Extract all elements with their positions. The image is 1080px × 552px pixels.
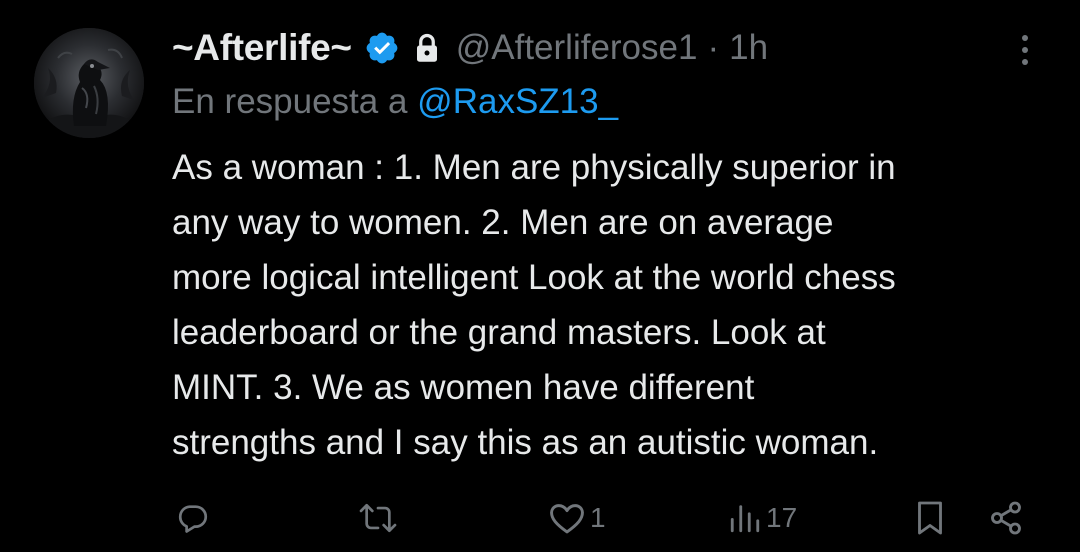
repost-icon	[359, 503, 397, 533]
share-button[interactable]	[988, 492, 1024, 544]
bookmark-button[interactable]	[914, 492, 946, 544]
lock-icon	[416, 33, 437, 62]
display-name[interactable]: ~Afterlife~	[172, 27, 352, 69]
separator-dot: ·	[707, 28, 720, 67]
reply-icon	[178, 505, 208, 533]
views-button[interactable]: 17	[728, 492, 797, 544]
share-icon	[991, 501, 1021, 535]
repost-button[interactable]	[358, 492, 402, 544]
avatar[interactable]	[34, 28, 144, 138]
bookmark-icon	[918, 501, 942, 535]
views-count: 17	[766, 502, 798, 533]
reply-mention-link[interactable]: @RaxSZ13_	[417, 82, 618, 121]
tweet[interactable]: ~Afterlife~ @Afterliferose1 · 1h En resp…	[0, 0, 1080, 552]
tweet-text: As a woman : 1. Men are physically super…	[172, 148, 896, 462]
reply-prefix: En respuesta a	[172, 82, 408, 121]
action-bar: 1 17	[0, 492, 1080, 544]
heart-icon	[550, 504, 584, 534]
like-button[interactable]: 1	[548, 492, 606, 544]
more-options-icon[interactable]	[1010, 30, 1040, 70]
reply-context: En respuesta a @RaxSZ13_	[172, 82, 618, 122]
raven-avatar-icon	[34, 28, 144, 138]
verified-badge-icon[interactable]	[364, 30, 400, 66]
views-icon	[730, 505, 760, 533]
reply-button[interactable]	[176, 492, 214, 544]
timestamp[interactable]: 1h	[729, 28, 768, 68]
like-count: 1	[590, 502, 606, 533]
tweet-header: ~Afterlife~ @Afterliferose1 · 1h	[172, 22, 768, 74]
author-handle[interactable]: @Afterliferose1	[456, 28, 698, 68]
